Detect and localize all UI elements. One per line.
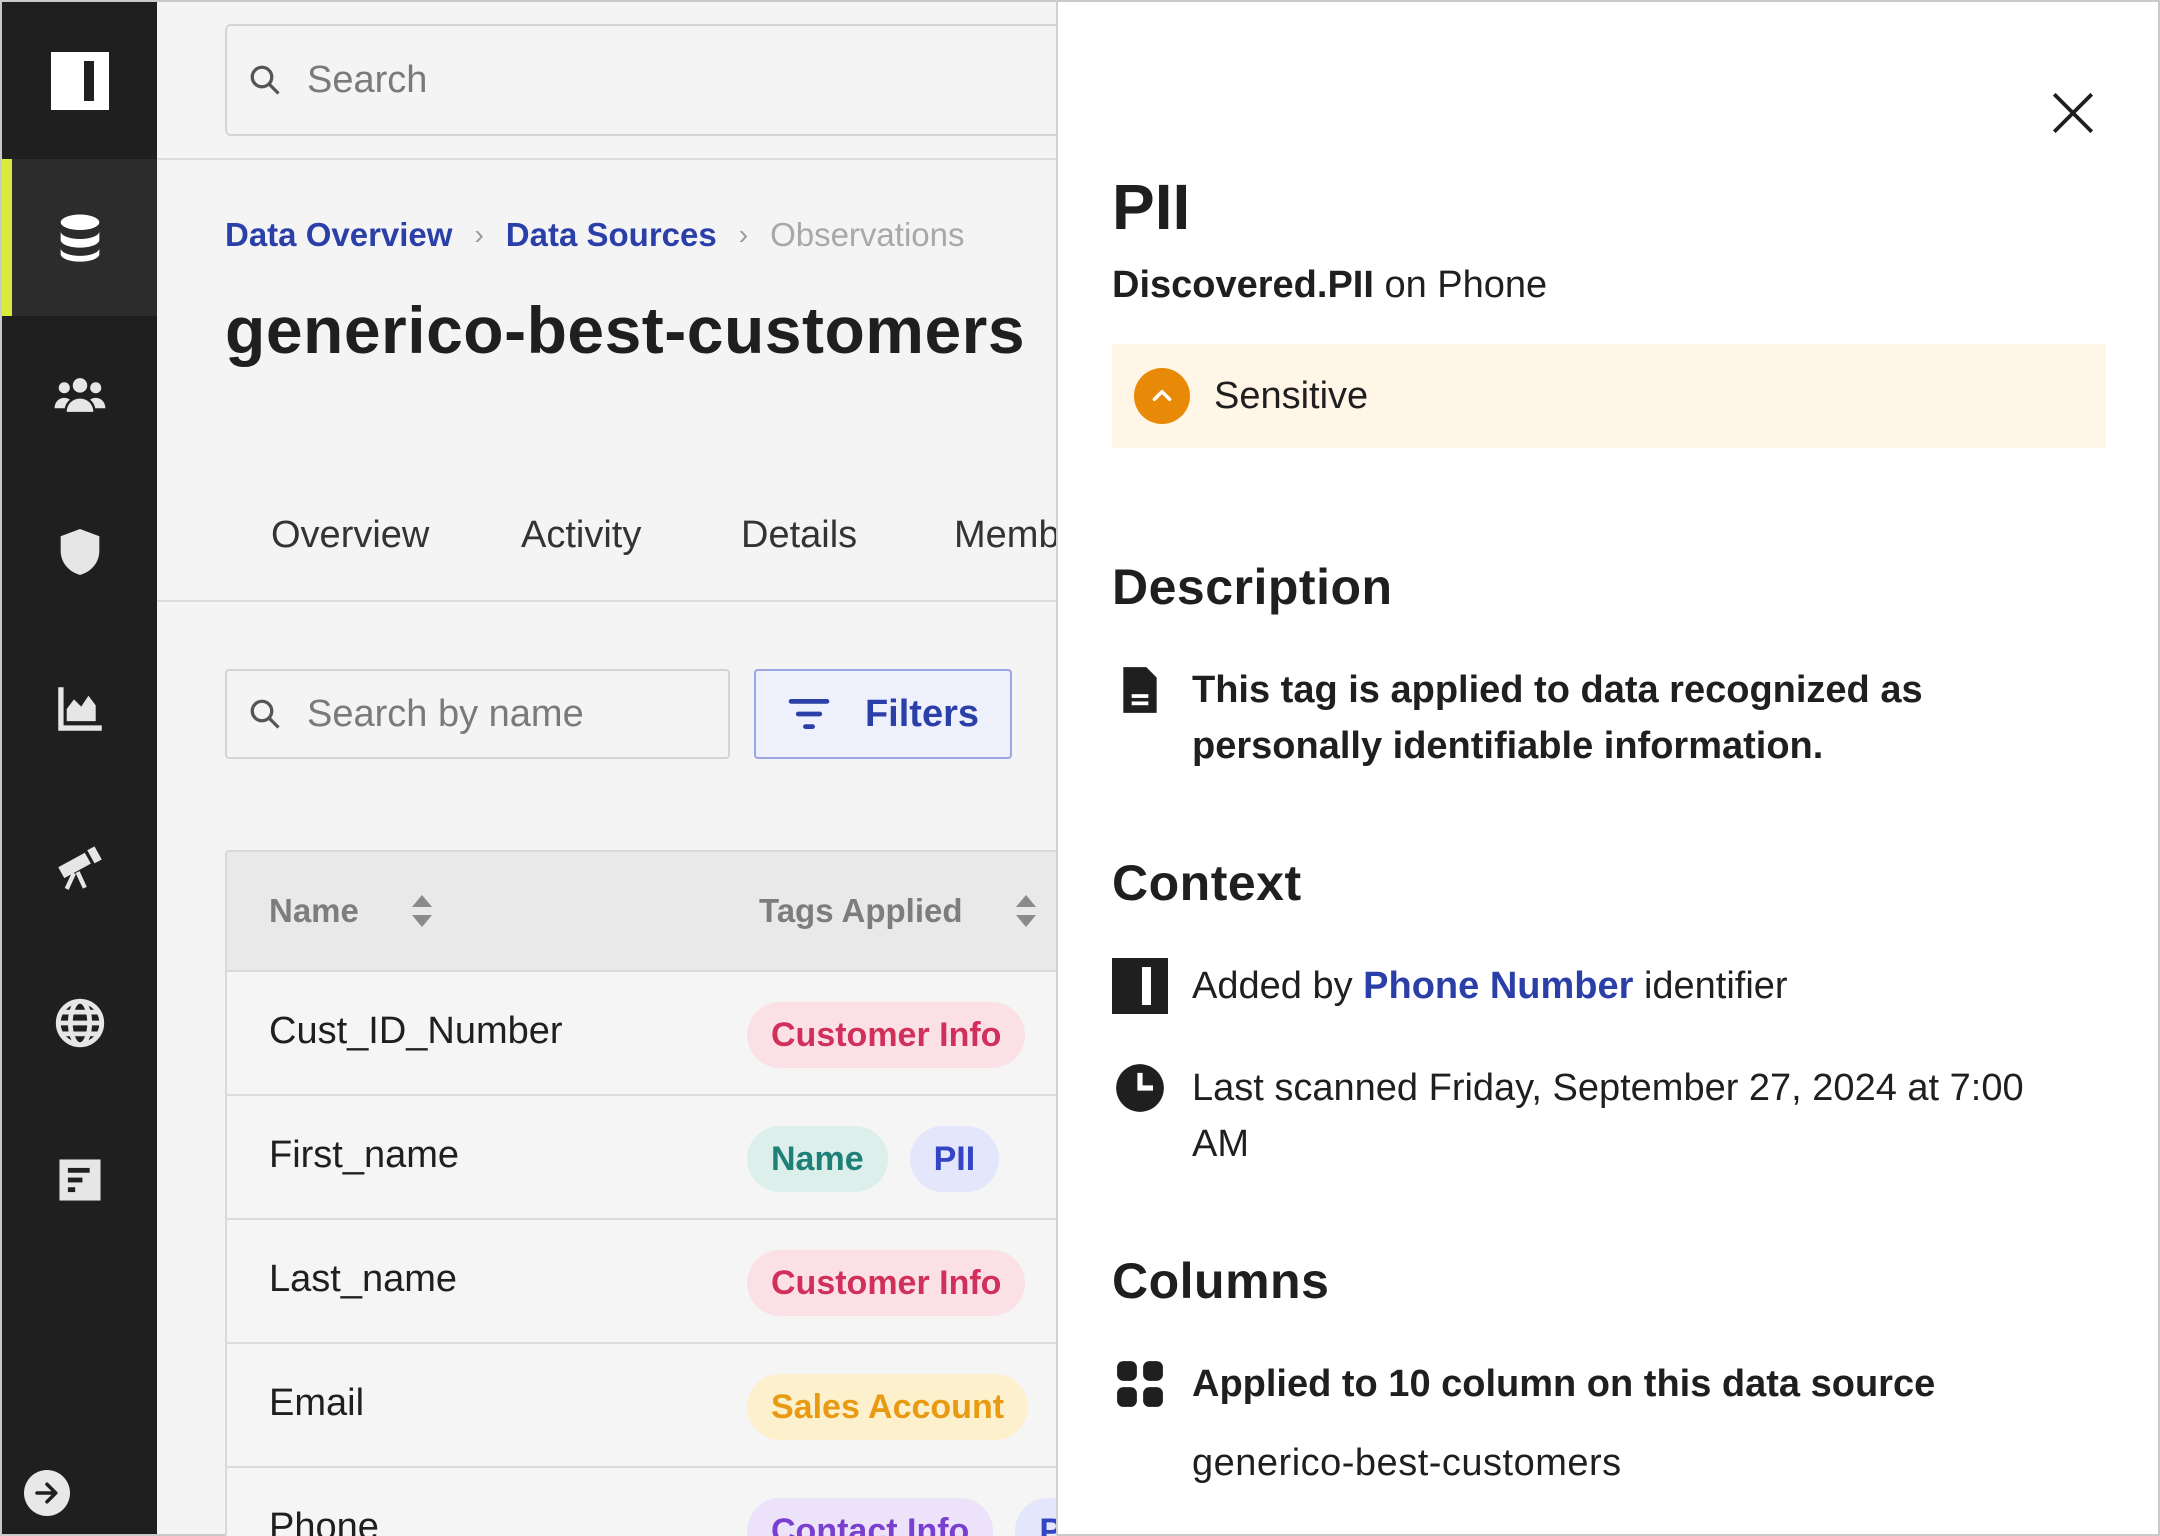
tag-chip[interactable]: Customer Info xyxy=(747,1250,1026,1316)
breadcrumb-current: Observations xyxy=(770,216,965,253)
last-scanned-text: Last scanned Friday, September 27, 2024 … xyxy=(1192,1067,2024,1165)
filters-label: Filters xyxy=(864,692,980,735)
tag-chip[interactable]: Sales Account xyxy=(747,1374,1029,1440)
column-header-tags-label: Tags Applied xyxy=(759,892,963,929)
chart-icon xyxy=(57,686,102,731)
row-name: Cust_ID_Number xyxy=(269,1010,563,1052)
description-heading: Description xyxy=(1112,559,1393,615)
sensitivity-banner: Sensitive xyxy=(1112,344,2106,448)
telescope-icon xyxy=(57,845,102,890)
column-header-tags[interactable]: Tags Applied xyxy=(759,892,1039,930)
table-row[interactable]: Last_name Customer Info xyxy=(227,1220,1073,1344)
tag-detail-drawer: PII Discovered.PII on Phone Sensitive De… xyxy=(1056,0,2160,1536)
filters-button[interactable]: Filters xyxy=(754,669,1012,759)
global-search-input[interactable]: Search xyxy=(225,24,1075,136)
filter-icon xyxy=(788,699,830,729)
breadcrumb: Data Overview › Data Sources › Observati… xyxy=(225,216,965,254)
columns-applied-text: Applied to 10 column on this data source xyxy=(1192,1363,1936,1405)
breadcrumb-separator: › xyxy=(474,219,484,250)
document-icon xyxy=(1112,662,1168,718)
table-row[interactable]: First_name Name PII xyxy=(227,1096,1073,1220)
search-icon xyxy=(250,65,280,95)
sensitivity-chevron-up-icon xyxy=(1134,368,1190,424)
breadcrumb-data-sources[interactable]: Data Sources xyxy=(506,216,717,254)
sidebar-item-global[interactable] xyxy=(2,944,157,1101)
added-by-text: Added by Phone Number identifier xyxy=(1192,958,1788,1014)
shield-icon xyxy=(60,528,99,575)
sidebar-item-data[interactable] xyxy=(2,159,157,316)
breadcrumb-data-overview[interactable]: Data Overview xyxy=(225,216,452,254)
clock-icon xyxy=(1112,1060,1168,1116)
database-icon xyxy=(60,214,99,262)
globe-icon xyxy=(55,998,104,1047)
tag-chip[interactable]: PII xyxy=(909,1126,1000,1192)
tag-target: on Phone xyxy=(1373,264,1548,306)
search-by-name-placeholder: Search by name xyxy=(307,692,584,735)
close-icon xyxy=(2052,92,2094,134)
sidebar xyxy=(0,0,157,1536)
row-name: First_name xyxy=(269,1134,460,1176)
drawer-title: PII xyxy=(1112,171,1191,243)
collapse-sidebar-button[interactable] xyxy=(24,1470,70,1516)
arrow-right-circle-icon xyxy=(35,1482,58,1504)
sidebar-item-users[interactable] xyxy=(2,316,157,473)
table-row[interactable]: Email Sales Account xyxy=(227,1344,1073,1468)
tab-bar: Overview Activity Details Memb xyxy=(157,492,1060,602)
grid-icon xyxy=(1112,1356,1168,1412)
column-header-name[interactable]: Name xyxy=(269,892,435,930)
search-icon xyxy=(250,699,280,729)
last-scanned-row: Last scanned Friday, September 27, 2024 … xyxy=(1112,1060,2072,1172)
tab-details[interactable]: Details xyxy=(741,514,857,557)
description-row: This tag is applied to data recognized a… xyxy=(1112,662,2112,774)
table-row[interactable]: Phone Contact Info P xyxy=(227,1468,1073,1536)
columns-table: Name Tags Applied Cust_ID_Number Custome… xyxy=(225,850,1075,1536)
app-logo[interactable] xyxy=(2,2,157,159)
context-heading: Context xyxy=(1112,855,1302,911)
table-header: Name Tags Applied xyxy=(227,852,1073,972)
row-name: Phone xyxy=(269,1506,379,1536)
global-search-placeholder: Search xyxy=(307,58,428,101)
identifier-logo-icon xyxy=(1112,958,1168,1014)
sidebar-item-reports[interactable] xyxy=(2,1101,157,1258)
columns-source-name[interactable]: generico-best-customers xyxy=(1192,1442,1622,1485)
sort-icon xyxy=(1015,895,1036,927)
sidebar-item-security[interactable] xyxy=(2,473,157,630)
sidebar-item-analytics[interactable] xyxy=(2,630,157,787)
column-header-name-label: Name xyxy=(269,892,359,929)
tag-chip[interactable]: Customer Info xyxy=(747,1002,1026,1068)
tag-chip[interactable]: Name xyxy=(747,1126,888,1192)
added-by-row: Added by Phone Number identifier xyxy=(1112,958,2112,1014)
columns-applied-row: Applied to 10 column on this data source xyxy=(1112,1356,2112,1412)
phone-number-identifier-link[interactable]: Phone Number xyxy=(1363,965,1633,1007)
added-by-prefix: Added by xyxy=(1192,965,1364,1007)
sort-icon xyxy=(411,895,432,927)
breadcrumb-separator: › xyxy=(738,219,749,250)
search-by-name-input[interactable]: Search by name xyxy=(225,669,730,759)
added-by-suffix: identifier xyxy=(1633,965,1788,1007)
tab-members[interactable]: Memb xyxy=(954,514,1060,557)
tab-overview[interactable]: Overview xyxy=(271,514,429,557)
top-bar: Search xyxy=(157,2,1075,160)
table-row[interactable]: Cust_ID_Number Customer Info xyxy=(227,972,1073,1096)
row-name: Email xyxy=(269,1382,365,1424)
description-text: This tag is applied to data recognized a… xyxy=(1192,669,1923,767)
sensitivity-label: Sensitive xyxy=(1214,374,1369,417)
tab-activity[interactable]: Activity xyxy=(521,514,641,557)
close-drawer-button[interactable] xyxy=(2048,88,2098,138)
drawer-subtitle: Discovered.PII on Phone xyxy=(1112,264,1547,307)
main-content: Search Data Overview › Data Sources › Ob… xyxy=(157,0,1075,1536)
tag-chip[interactable]: Contact Info xyxy=(747,1498,994,1536)
tag-full-name: Discovered.PII xyxy=(1112,264,1374,306)
users-icon xyxy=(54,377,105,412)
logo-mark-icon xyxy=(50,51,109,110)
columns-heading: Columns xyxy=(1112,1253,1330,1309)
row-name: Last_name xyxy=(269,1258,458,1300)
sidebar-item-discover[interactable] xyxy=(2,787,157,944)
page-title: generico-best-customers xyxy=(225,293,1026,367)
report-icon xyxy=(58,1158,101,1201)
